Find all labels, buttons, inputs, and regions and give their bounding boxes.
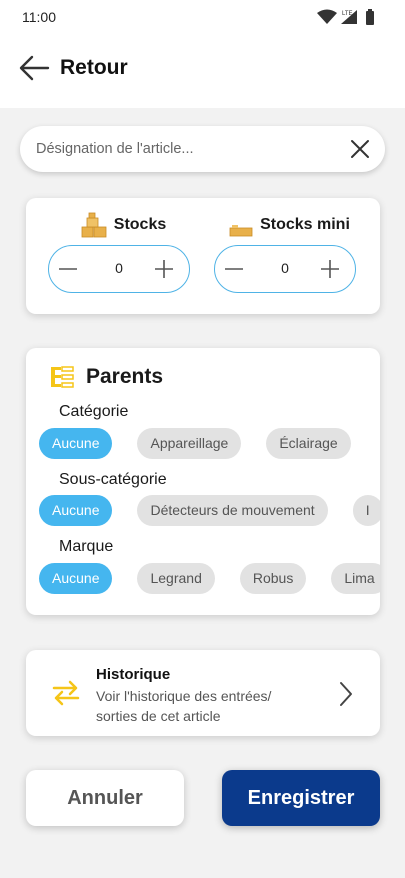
swap-arrows-icon <box>52 680 80 706</box>
parents-title: Parents <box>86 365 164 388</box>
app-bar: Retour <box>0 34 405 108</box>
chip-category-appareillage[interactable]: Appareillage <box>137 428 242 459</box>
signal-icon: LTE <box>341 10 357 24</box>
save-button[interactable]: Enregistrer <box>222 770 380 826</box>
plus-icon[interactable] <box>319 258 341 280</box>
chip-brand-lima[interactable]: Lima <box>331 563 380 594</box>
chip-category-none[interactable]: Aucune <box>39 428 113 459</box>
search-input[interactable] <box>36 126 336 172</box>
stock-header: Stocks <box>48 210 198 240</box>
stock-section: Stocks 0 <box>48 198 198 314</box>
chip-brand-robus[interactable]: Robus <box>239 563 307 594</box>
status-time: 11:00 <box>22 9 56 25</box>
category-chips: Aucune Appareillage Éclairage <box>39 428 376 459</box>
stock-min-label: Stocks mini <box>260 216 350 233</box>
stocks-card: Stocks 0 Stocks mini 0 <box>26 198 380 314</box>
chip-category-eclairage[interactable]: Éclairage <box>266 428 351 459</box>
chip-brand-legrand[interactable]: Legrand <box>137 563 215 594</box>
close-icon[interactable] <box>349 138 371 160</box>
brand-chips: Aucune Legrand Robus Lima <box>39 563 380 594</box>
stock-min-header: Stocks mini <box>214 210 364 240</box>
hierarchy-icon <box>51 366 74 388</box>
back-button[interactable]: Retour <box>18 48 136 88</box>
status-icons: LTE <box>317 9 379 25</box>
stock-min-stepper: 0 <box>214 245 356 293</box>
wifi-icon <box>317 9 337 24</box>
history-card[interactable]: Historique Voir l'historique des entrées… <box>26 650 380 736</box>
brand-label: Marque <box>59 538 114 555</box>
chip-subcategory-none[interactable]: Aucune <box>39 495 113 526</box>
search-field <box>20 126 385 172</box>
back-label: Retour <box>60 56 128 79</box>
stock-value[interactable]: 0 <box>99 260 139 276</box>
arrow-left-icon <box>19 55 50 81</box>
history-subtitle: Voir l'historique des entrées/ sorties d… <box>96 688 272 724</box>
minus-icon[interactable] <box>223 258 245 280</box>
stock-stepper: 0 <box>48 245 190 293</box>
battery-icon <box>366 9 374 25</box>
subcategory-chips: Aucune Détecteurs de mouvement I <box>39 495 380 526</box>
chip-subcategory-next[interactable]: I <box>352 495 380 526</box>
chevron-right-icon <box>340 682 352 706</box>
history-title: Historique <box>96 666 171 683</box>
minus-icon[interactable] <box>57 258 79 280</box>
cancel-button[interactable]: Annuler <box>26 770 184 826</box>
parents-card: Parents Catégorie Aucune Appareillage Éc… <box>26 348 380 615</box>
chip-brand-none[interactable]: Aucune <box>39 563 113 594</box>
status-bar: 11:00 LTE <box>0 0 405 34</box>
chip-subcategory-detecteurs[interactable]: Détecteurs de mouvement <box>137 495 328 526</box>
plus-icon[interactable] <box>153 258 175 280</box>
parents-header: Parents <box>50 362 163 392</box>
stock-label: Stocks <box>113 216 167 233</box>
boxes-icon <box>81 212 107 238</box>
stock-min-value[interactable]: 0 <box>265 260 305 276</box>
category-label: Catégorie <box>59 403 129 420</box>
stock-min-section: Stocks mini 0 <box>214 198 364 314</box>
network-type: LTE <box>342 11 353 17</box>
subcategory-label: Sous-catégorie <box>59 471 167 488</box>
box-icon <box>229 225 253 237</box>
